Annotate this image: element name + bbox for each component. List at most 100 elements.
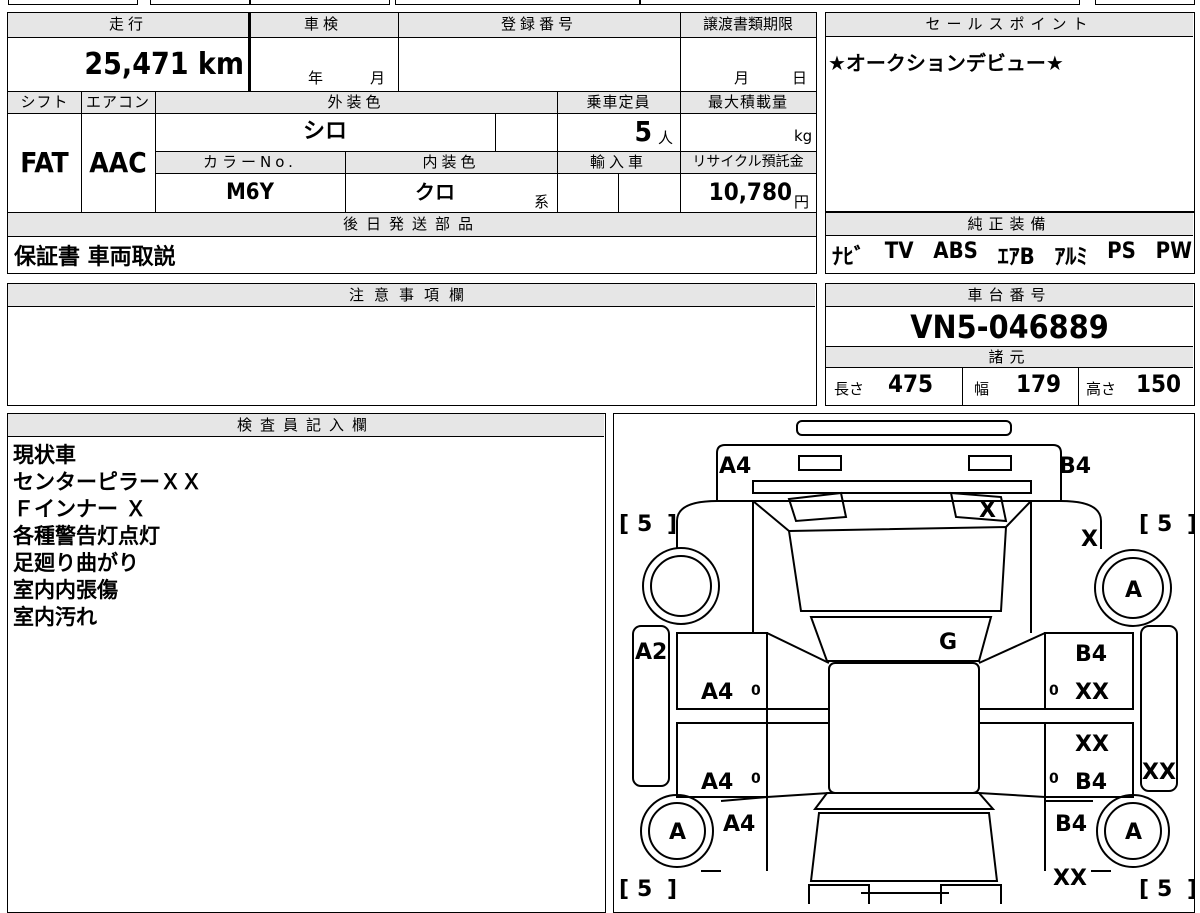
max-load-label: 最大積載量 — [680, 92, 816, 113]
registration-label: 登録番号 — [398, 13, 680, 37]
equipment-list: ﾅﾋﾞ TV ABS ｴｱB ｱﾙﾐ PS PW — [832, 239, 1192, 271]
mark-left-front-door: A4 — [701, 680, 733, 705]
recycle-unit: 円 — [794, 193, 810, 211]
svg-text:[: [ — [619, 512, 629, 537]
color-no-value: M6Y — [226, 180, 274, 205]
height-value: 150 — [1136, 370, 1182, 398]
inspector-line: Ｆインナー Ｘ — [13, 497, 147, 521]
transfer-month-unit: 月 — [734, 69, 750, 87]
capacity-label: 乗車定員 — [557, 92, 680, 113]
mark-wheel-rl: A — [669, 820, 686, 845]
svg-text:[: [ — [1139, 877, 1149, 902]
equipment-label: 純正装備 — [826, 213, 1193, 236]
svg-text:[: [ — [1139, 512, 1149, 537]
mark-front-left: A4 — [719, 454, 751, 479]
length-value: 475 — [888, 370, 934, 398]
length-label: 長さ — [834, 380, 865, 398]
aircon-value: AAC — [89, 146, 147, 179]
door-zero: 0 — [1049, 771, 1059, 787]
door-zero: 0 — [751, 683, 761, 699]
max-load-unit: kg — [794, 127, 813, 145]
mileage-value: 25,471 km — [84, 47, 244, 82]
mark-rear-bumper: XX — [1053, 866, 1087, 891]
inspector-line: 各種警告灯点灯 — [13, 524, 160, 548]
mark-windshield: X — [979, 498, 996, 523]
chassis-label: 車台番号 — [826, 284, 1193, 307]
equipment-item: ABS — [933, 239, 978, 264]
width-value: 179 — [1016, 370, 1062, 398]
mark-right-rear-door-b: B4 — [1075, 770, 1107, 795]
mileage-label: 走行 — [8, 13, 248, 37]
mark-wheel-fr: A — [1125, 578, 1142, 603]
notes-box: 注意事項欄 — [7, 283, 817, 406]
tire-fl: 5 — [637, 512, 652, 537]
mark-wheel-rr: A — [1125, 820, 1142, 845]
mark-left-rear-door: A4 — [701, 770, 733, 795]
svg-text:[: [ — [619, 877, 629, 902]
later-parts-label: 後日発送部品 — [8, 213, 816, 236]
mark-right-rear-door-a: XX — [1075, 732, 1109, 757]
aircon-label: エアコン — [81, 92, 155, 113]
equipment-item: ﾅﾋﾞ — [832, 245, 866, 270]
tire-rr: 5 — [1157, 877, 1172, 902]
capacity-value: 5 — [634, 115, 652, 148]
door-zero: 0 — [1049, 683, 1059, 699]
tire-fr: 5 — [1157, 512, 1172, 537]
tire-rl: 5 — [637, 877, 652, 902]
interior-color-label: 内装色 — [345, 152, 557, 173]
vehicle-info-table: 走行 車検 登録番号 譲渡書類期限 25,471 km 年 月 月 日 シフト … — [7, 12, 817, 274]
sales-point-box: セールスポイント ★オークションデビュー★ — [825, 12, 1195, 212]
later-parts-value: 保証書 車両取説 — [14, 245, 176, 270]
inspector-line: 室内内張傷 — [13, 578, 118, 602]
svg-text:]: ] — [1187, 512, 1194, 537]
interior-color-suffix: 系 — [534, 193, 550, 211]
damage-diagram-box: [ ] [ ] [ ] [ ] 5 5 5 5 A4 B4 X X A G A2… — [613, 413, 1195, 913]
shaken-month-unit: 月 — [370, 69, 386, 87]
equipment-item: TV — [884, 239, 914, 264]
mark-right-sill: XX — [1142, 760, 1176, 785]
inspector-line: 室内汚れ — [13, 605, 97, 629]
mark-left-sill: A2 — [635, 640, 667, 665]
width-label: 幅 — [974, 380, 990, 398]
svg-text:]: ] — [1187, 877, 1194, 902]
mark-right-front-door-b: XX — [1075, 680, 1109, 705]
exterior-color-label: 外装色 — [155, 92, 557, 113]
mark-right-front-door-a: B4 — [1075, 642, 1107, 667]
exterior-color-value: シロ — [302, 119, 347, 144]
mark-roof: G — [939, 630, 957, 655]
notes-label: 注意事項欄 — [8, 284, 815, 307]
transfer-deadline-label: 譲渡書類期限 — [680, 13, 816, 37]
top-clipped-strip — [0, 0, 1200, 8]
sales-point-value: ★オークションデビュー★ — [828, 51, 1064, 75]
chassis-box: 車台番号 VN5-046889 諸元 長さ 475 幅 179 高さ 150 — [825, 283, 1195, 406]
mark-right-rear-fender: B4 — [1055, 812, 1087, 837]
svg-text:]: ] — [667, 877, 677, 902]
equipment-item: ｱﾙﾐ — [1054, 245, 1088, 270]
car-diagram: [ ] [ ] [ ] [ ] 5 5 5 5 A4 B4 X X A G A2… — [619, 420, 1194, 904]
chassis-value: VN5-046889 — [910, 308, 1109, 346]
inspector-lines: 現状車 センターピラーＸＸ Ｆインナー Ｘ 各種警告灯点灯 足廻り曲がり 室内内… — [13, 442, 202, 631]
mark-front-right: B4 — [1059, 454, 1091, 479]
inspector-box: 検査員記入欄 現状車 センターピラーＸＸ Ｆインナー Ｘ 各種警告灯点灯 足廻り… — [7, 413, 606, 913]
equipment-box: 純正装備 ﾅﾋﾞ TV ABS ｴｱB ｱﾙﾐ PS PW — [825, 212, 1195, 274]
shaken-label: 車検 — [248, 13, 398, 37]
shift-value: FAT — [20, 146, 69, 179]
svg-text:]: ] — [667, 512, 677, 537]
color-no-label: カラーNo. — [155, 152, 345, 173]
interior-color-value: クロ — [415, 180, 455, 204]
inspector-label: 検査員記入欄 — [8, 414, 604, 437]
import-label: 輸入車 — [557, 152, 680, 173]
equipment-item: ｴｱB — [997, 245, 1035, 270]
shaken-year-unit: 年 — [308, 69, 324, 87]
mark-right-fender: X — [1081, 527, 1098, 552]
inspector-line: 足廻り曲がり — [13, 551, 139, 575]
sales-point-label: セールスポイント — [826, 13, 1193, 37]
recycle-value: 10,780 — [708, 178, 792, 206]
inspector-line: センターピラーＸＸ — [13, 470, 202, 494]
recycle-label: リサイクル預託金 — [680, 152, 816, 173]
transfer-day-unit: 日 — [792, 69, 808, 87]
mark-left-rear-fender: A4 — [723, 812, 755, 837]
door-zero: 0 — [751, 771, 761, 787]
equipment-item: PW — [1155, 239, 1192, 264]
shift-label: シフト — [8, 92, 81, 113]
